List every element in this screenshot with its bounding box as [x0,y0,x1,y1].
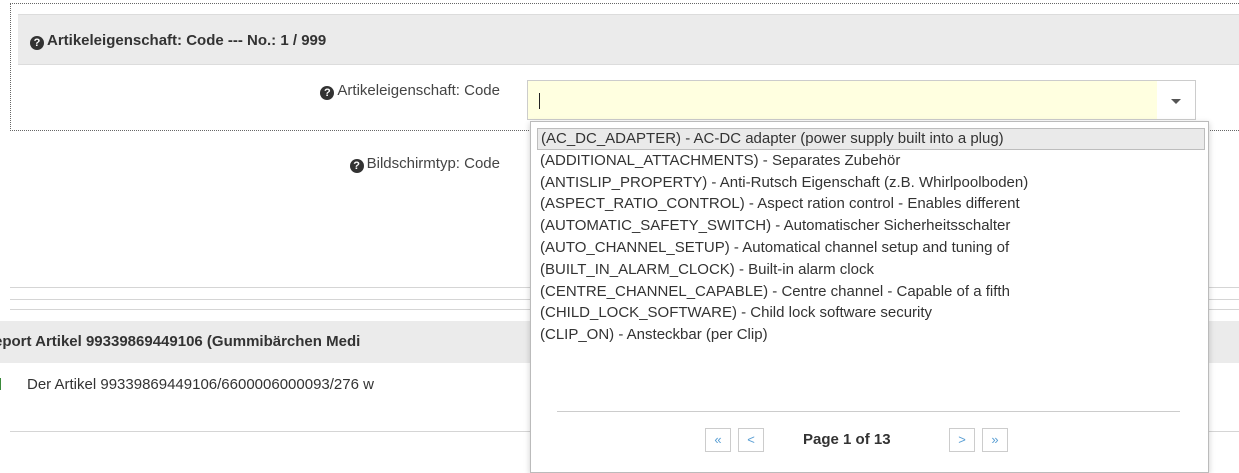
text-cursor [539,93,540,109]
option-item[interactable]: (CENTRE_CHANNEL_CAPABLE) - Centre channe… [537,281,1205,303]
option-item[interactable]: (BUILT_IN_ALARM_CLOCK) - Built-in alarm … [537,259,1205,281]
pager: « < Page 1 of 13 > » [531,428,1208,454]
first-page-button[interactable]: « [705,428,731,452]
code-label-text: Artikeleigenschaft: Code [337,82,500,99]
report-message: Der Artikel 99339869449106/6600006000093… [0,376,374,393]
option-item[interactable]: (CLIP_ON) - Ansteckbar (per Clip) [537,324,1205,346]
code-dropdown-panel: (AC_DC_ADAPTER) - AC-DC adapter (power s… [530,121,1209,473]
fieldset-title: ? Artikeleigenschaft: Code --- No.: 1 / 9… [30,32,326,50]
option-item[interactable]: (AUTO_CHANNEL_SETUP) - Automatical chann… [537,237,1205,259]
question-circle-icon[interactable]: ? [30,36,44,50]
option-item[interactable]: (AUTOMATIC_SAFETY_SWITCH) - Automatische… [537,215,1205,237]
fieldset-header: ? Artikeleigenschaft: Code --- No.: 1 / 9… [18,14,1239,65]
option-item[interactable]: (ASPECT_RATIO_CONTROL) - Aspect ration c… [537,193,1205,215]
option-item[interactable]: (ADDITIONAL_ATTACHMENTS) - Separates Zub… [537,150,1205,172]
screen-type-label: ? Bildschirmtyp: Code [349,155,500,173]
option-item[interactable]: (AC_DC_ADAPTER) - AC-DC adapter (power s… [537,128,1205,150]
report-message-text: Der Artikel 99339869449106/6600006000093… [27,376,374,393]
fieldset-title-text: Artikeleigenschaft: Code --- No.: 1 / 99… [47,32,327,49]
question-circle-icon[interactable]: ? [349,159,364,173]
option-list: (AC_DC_ADAPTER) - AC-DC adapter (power s… [537,128,1205,346]
next-page-button[interactable]: > [949,428,975,452]
report-title: eport Artikel 99339869449106 (Gummibärch… [0,333,361,350]
question-circle-icon[interactable]: ? [320,86,335,100]
code-label: ? Artikeleigenschaft: Code [320,82,500,100]
chevron-down-icon[interactable] [1157,81,1195,119]
prev-page-button[interactable]: < [738,428,764,452]
option-item[interactable]: (CHILD_LOCK_SOFTWARE) - Child lock softw… [537,302,1205,324]
pager-divider [557,411,1180,412]
screen-type-label-text: Bildschirmtyp: Code [366,155,500,172]
code-select-input[interactable] [527,80,1196,120]
last-page-button[interactable]: » [982,428,1008,452]
success-indicator-icon [0,378,7,390]
option-item[interactable]: (ANTISLIP_PROPERTY) - Anti-Rutsch Eigens… [537,172,1205,194]
page-indicator: Page 1 of 13 [803,431,891,448]
